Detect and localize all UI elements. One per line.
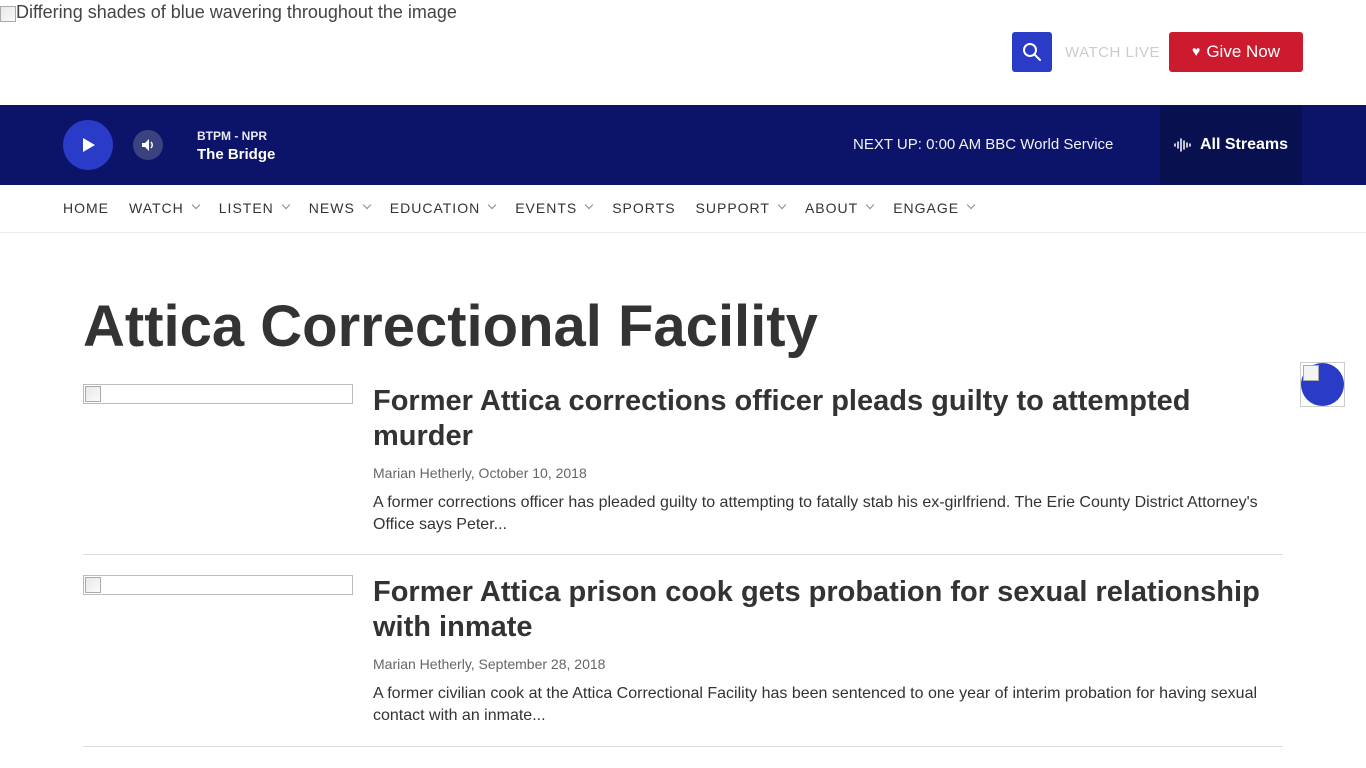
accessibility-widget-button[interactable]: [1300, 362, 1345, 407]
broken-image-icon: [85, 577, 101, 593]
broken-image-icon: [85, 386, 101, 402]
play-button[interactable]: [63, 120, 113, 170]
watch-live-link[interactable]: WATCH LIVE: [1065, 44, 1160, 61]
station-name: The Bridge: [197, 146, 276, 163]
broken-image-icon: [0, 5, 16, 22]
nav-item-home[interactable]: HOME: [63, 200, 109, 216]
chevron-down-icon: [777, 200, 787, 210]
nav-item-label: HOME: [63, 200, 109, 216]
nav-item-events[interactable]: EVENTS: [515, 200, 594, 216]
article-thumbnail[interactable]: [83, 575, 353, 595]
nav-item-label: NEWS: [308, 200, 355, 216]
chevron-down-icon: [966, 200, 976, 210]
nav-item-support[interactable]: SUPPORT: [695, 200, 787, 216]
chevron-down-icon: [865, 200, 875, 210]
article-byline: Marian Hetherly, September 28, 2018: [373, 656, 606, 672]
top-bar: Differing shades of blue wavering throug…: [0, 0, 1366, 105]
play-icon: [83, 138, 95, 152]
chevron-down-icon: [362, 200, 372, 210]
volume-icon: [142, 139, 153, 151]
article-thumbnail[interactable]: [83, 384, 353, 404]
all-streams-button[interactable]: All Streams: [1160, 105, 1302, 185]
nav-item-label: LISTEN: [218, 200, 274, 216]
nav-item-label: ABOUT: [804, 200, 859, 216]
nav-items: HOME WATCH LISTEN NEWS EDUCATION EVENTS …: [63, 200, 994, 216]
article-card: Former Attica corrections officer pleads…: [83, 384, 1283, 555]
broken-image-icon: [1303, 365, 1319, 381]
chevron-down-icon: [191, 200, 201, 210]
search-icon: [1023, 43, 1041, 61]
main-nav: HOME WATCH LISTEN NEWS EDUCATION EVENTS …: [0, 185, 1366, 233]
nav-item-label: WATCH: [129, 200, 184, 216]
chevron-down-icon: [487, 200, 497, 210]
heart-icon: ♥: [1192, 43, 1201, 59]
nav-item-label: EDUCATION: [389, 200, 481, 216]
search-button[interactable]: [1012, 32, 1052, 72]
station-network: BTPM - NPR: [197, 129, 267, 143]
article-teaser: A former civilian cook at the Attica Cor…: [373, 685, 1258, 724]
article-content: Former Attica prison cook gets probation…: [373, 575, 1273, 727]
nav-item-label: SPORTS: [612, 200, 676, 216]
nav-item-label: ENGAGE: [893, 200, 960, 216]
all-streams-label: All Streams: [1199, 136, 1289, 153]
site-logo[interactable]: Differing shades of blue wavering throug…: [0, 2, 457, 23]
nav-item-education[interactable]: EDUCATION: [389, 200, 497, 216]
nav-item-listen[interactable]: LISTEN: [218, 200, 291, 216]
nav-item-news[interactable]: NEWS: [308, 200, 372, 216]
nav-item-label: SUPPORT: [695, 200, 770, 216]
nav-item-about[interactable]: ABOUT: [804, 200, 875, 216]
article-headline[interactable]: Former Attica prison cook gets probation…: [373, 575, 1273, 645]
audio-wave-icon: [1174, 138, 1191, 152]
article-headline[interactable]: Former Attica corrections officer pleads…: [373, 384, 1273, 454]
give-now-label: Give Now: [1206, 42, 1280, 61]
audio-player-bar: BTPM - NPR The Bridge NEXT UP: 0:00 AM B…: [0, 105, 1366, 185]
nav-item-sports[interactable]: SPORTS: [612, 200, 675, 216]
logo-alt-text: Differing shades of blue wavering throug…: [16, 2, 457, 22]
article-content: Former Attica corrections officer pleads…: [373, 384, 1273, 536]
nav-item-engage[interactable]: ENGAGE: [893, 200, 976, 216]
station-info: BTPM - NPR The Bridge: [197, 129, 275, 163]
nav-item-label: EVENTS: [515, 200, 578, 216]
volume-button[interactable]: [133, 130, 163, 160]
chevron-down-icon: [584, 200, 594, 210]
next-up-text: NEXT UP: 0:00 AM BBC World Service: [853, 136, 1114, 153]
nav-item-watch[interactable]: WATCH: [129, 200, 201, 216]
give-now-button[interactable]: ♥ Give Now: [1169, 32, 1303, 72]
article-card: Former Attica prison cook gets probation…: [83, 575, 1283, 747]
article-byline: Marian Hetherly, October 10, 2018: [373, 465, 587, 481]
article-teaser: A former corrections officer has pleaded…: [373, 494, 1258, 533]
chevron-down-icon: [281, 200, 291, 210]
page-title: Attica Correctional Facility: [83, 294, 818, 359]
